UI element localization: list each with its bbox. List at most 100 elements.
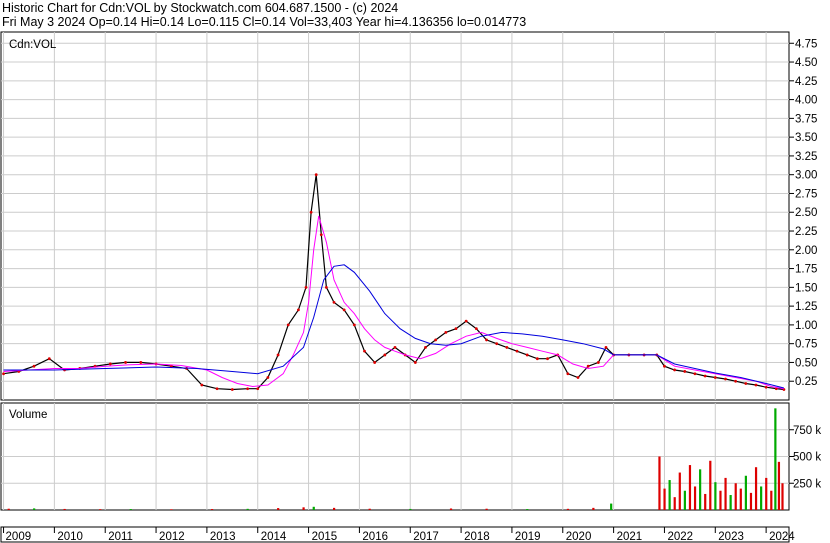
chart-canvas: 2009 2010 2011 2012 2013 2014 2015 2016 2017 2018… bbox=[0, 31, 821, 543]
y-tick-label: 2.50 bbox=[795, 207, 817, 219]
x-tick-label: 2013 bbox=[210, 531, 236, 543]
y-tick-label: 3.25 bbox=[795, 151, 817, 163]
price-point bbox=[454, 327, 458, 331]
volume-bar bbox=[774, 408, 777, 510]
volume-bar bbox=[744, 475, 747, 510]
y-tick-label: 2.75 bbox=[795, 188, 817, 200]
price-point bbox=[319, 233, 323, 237]
price-point bbox=[525, 353, 529, 357]
volume-bar bbox=[658, 456, 661, 510]
volume-panel-title: Volume bbox=[9, 409, 47, 421]
volume-bar bbox=[678, 472, 681, 510]
price-point bbox=[604, 346, 608, 349]
volume-bar bbox=[610, 503, 613, 510]
price-point bbox=[352, 323, 356, 327]
y-tick-label: 3.00 bbox=[795, 170, 817, 182]
volume-bar bbox=[765, 477, 768, 510]
price-point bbox=[673, 368, 677, 372]
y-tick-label: 1.75 bbox=[795, 264, 817, 276]
price-point bbox=[546, 357, 549, 361]
x-tick-label: 2016 bbox=[362, 531, 388, 543]
price-point bbox=[200, 383, 204, 387]
price-point bbox=[297, 308, 300, 312]
price-point bbox=[764, 385, 768, 389]
price-point bbox=[713, 376, 717, 379]
volume-bar bbox=[526, 509, 529, 510]
y-tick-label: 0.50 bbox=[795, 357, 817, 369]
price-point bbox=[413, 361, 417, 364]
volume-bar bbox=[781, 483, 784, 510]
y-tick-label: 0.75 bbox=[795, 339, 817, 351]
volume-tick-label: 250 k bbox=[793, 478, 821, 490]
price-point bbox=[724, 377, 727, 381]
y-tick-label: 4.50 bbox=[795, 57, 817, 69]
price-point bbox=[505, 346, 509, 349]
price-point bbox=[32, 364, 36, 368]
price-point bbox=[324, 285, 328, 289]
price-point bbox=[393, 346, 397, 349]
price-point bbox=[124, 361, 127, 364]
volume-bar bbox=[754, 467, 758, 510]
price-point bbox=[47, 357, 51, 361]
price-point bbox=[576, 376, 580, 379]
y-tick-label: 4.00 bbox=[795, 95, 817, 107]
volume-bar bbox=[663, 488, 666, 510]
price-point bbox=[754, 383, 758, 387]
price-panel bbox=[0, 31, 790, 401]
volume-bar bbox=[673, 497, 676, 510]
price-point bbox=[693, 372, 697, 376]
price-point bbox=[485, 338, 488, 342]
volume-bar bbox=[770, 490, 773, 510]
volume-bar bbox=[749, 492, 753, 510]
volume-bar bbox=[719, 490, 722, 510]
x-tick-label: 2021 bbox=[617, 531, 643, 543]
price-point bbox=[246, 387, 249, 391]
price-point bbox=[734, 379, 738, 383]
x-tick-label: 2009 bbox=[6, 531, 32, 543]
y-tick-label: 1.25 bbox=[795, 301, 817, 313]
volume-bar bbox=[714, 482, 717, 510]
x-tick-label: 2019 bbox=[515, 531, 541, 543]
y-tick-label: 2.00 bbox=[795, 245, 817, 257]
price-point bbox=[474, 327, 478, 331]
price-point bbox=[515, 349, 519, 353]
price-point bbox=[304, 285, 308, 289]
x-tick-label: 2010 bbox=[57, 531, 83, 543]
volume-bar bbox=[592, 507, 595, 510]
price-point bbox=[464, 319, 468, 323]
volume-tick-label: 750 k bbox=[793, 425, 821, 437]
price-point bbox=[683, 370, 687, 373]
price-point bbox=[266, 376, 270, 379]
price-point bbox=[596, 361, 600, 364]
volume-bar bbox=[409, 508, 412, 510]
price-point bbox=[744, 382, 748, 385]
volume-bar bbox=[129, 509, 132, 510]
volume-bar bbox=[312, 506, 315, 510]
y-tick-label: 3.50 bbox=[795, 132, 817, 144]
price-point bbox=[444, 331, 448, 334]
x-tick-label: 2012 bbox=[159, 531, 185, 543]
volume-bar bbox=[170, 509, 173, 510]
price-point bbox=[566, 372, 570, 376]
price-point bbox=[139, 361, 143, 364]
y-tick-label: 4.75 bbox=[795, 38, 817, 50]
x-tick-label: 2022 bbox=[667, 531, 693, 543]
volume-bar bbox=[368, 508, 371, 510]
price-point bbox=[2, 372, 5, 376]
volume-bar bbox=[724, 477, 727, 510]
price-point bbox=[663, 364, 666, 368]
y-tick-label: 2.25 bbox=[795, 226, 817, 238]
y-tick-label: 0.25 bbox=[795, 376, 817, 388]
x-tick-label: 2023 bbox=[718, 531, 744, 543]
volume-bar bbox=[449, 508, 453, 510]
price-point bbox=[373, 361, 377, 364]
x-tick-label: 2024 bbox=[769, 531, 795, 543]
x-tick-label: 2015 bbox=[312, 531, 338, 543]
price-point bbox=[495, 342, 499, 346]
volume-bar bbox=[693, 486, 697, 510]
volume-bar bbox=[246, 508, 249, 510]
price-point bbox=[342, 308, 346, 312]
volume-bar bbox=[302, 507, 305, 510]
price-point bbox=[256, 387, 260, 391]
volume-bar bbox=[739, 488, 742, 510]
